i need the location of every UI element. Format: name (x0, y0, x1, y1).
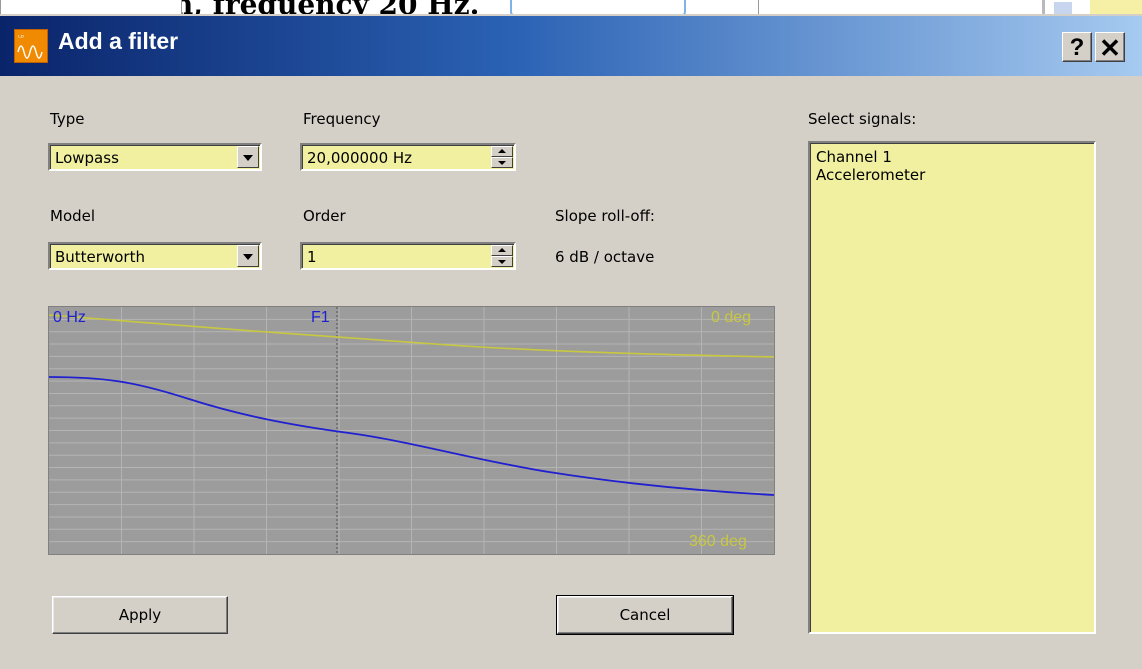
background-divider (758, 0, 759, 14)
graph-grid (49, 307, 774, 554)
spin-arrows (491, 245, 513, 267)
svg-text:ᴸᴰ: ᴸᴰ (18, 34, 24, 42)
dialog-title: Add a filter (58, 28, 179, 54)
title-bar[interactable]: ᴸᴰ Add a filter ? ✕ (0, 16, 1142, 76)
type-label: Type (50, 110, 85, 128)
apply-button[interactable]: Apply (52, 596, 228, 634)
cancel-button[interactable]: Cancel (556, 595, 734, 635)
close-button[interactable]: ✕ (1095, 32, 1125, 63)
graph-bottom-right-label: 360 deg (689, 533, 747, 550)
increment-icon[interactable] (491, 245, 513, 256)
list-item[interactable]: Channel 1 (816, 148, 892, 166)
frequency-value: 20,000000 Hz (307, 149, 413, 167)
decrement-icon[interactable] (491, 256, 513, 267)
order-label: Order (303, 207, 346, 225)
model-select-value: Butterworth (55, 248, 145, 266)
frequency-label: Frequency (303, 110, 381, 128)
order-spinbox[interactable]: 1 (300, 242, 516, 270)
spin-arrows (491, 146, 513, 168)
graph-top-right-label: 0 deg (711, 309, 752, 326)
signals-label: Select signals: (808, 110, 917, 128)
signal-app-icon: ᴸᴰ (14, 29, 48, 63)
model-select[interactable]: Butterworth (48, 242, 262, 270)
decrement-icon[interactable] (491, 157, 513, 168)
background-tab (0, 0, 182, 15)
signals-listbox[interactable]: Channel 1 Accelerometer (808, 141, 1096, 634)
help-button[interactable]: ? (1062, 32, 1092, 62)
type-select[interactable]: Lowpass (48, 143, 262, 171)
frequency-spinbox[interactable]: 20,000000 Hz (300, 143, 516, 171)
filter-response-graph: 0 Hz F1 0 deg 360 deg (48, 306, 775, 555)
add-filter-dialog: ᴸᴰ Add a filter ? ✕ Type Lowpass Frequen… (0, 14, 1142, 669)
model-label: Model (50, 207, 96, 225)
type-select-value: Lowpass (55, 149, 119, 167)
graph-left-label: 0 Hz (53, 309, 86, 326)
increment-icon[interactable] (491, 146, 513, 157)
f1-marker-label: F1 (311, 309, 330, 326)
graph-canvas (49, 307, 774, 554)
chevron-down-icon[interactable] (237, 245, 259, 267)
list-item[interactable]: Accelerometer (816, 166, 925, 184)
slope-value: 6 dB / octave (555, 248, 655, 266)
slope-label: Slope roll-off: (555, 207, 655, 225)
order-value: 1 (307, 248, 317, 266)
chevron-down-icon[interactable] (237, 146, 259, 168)
